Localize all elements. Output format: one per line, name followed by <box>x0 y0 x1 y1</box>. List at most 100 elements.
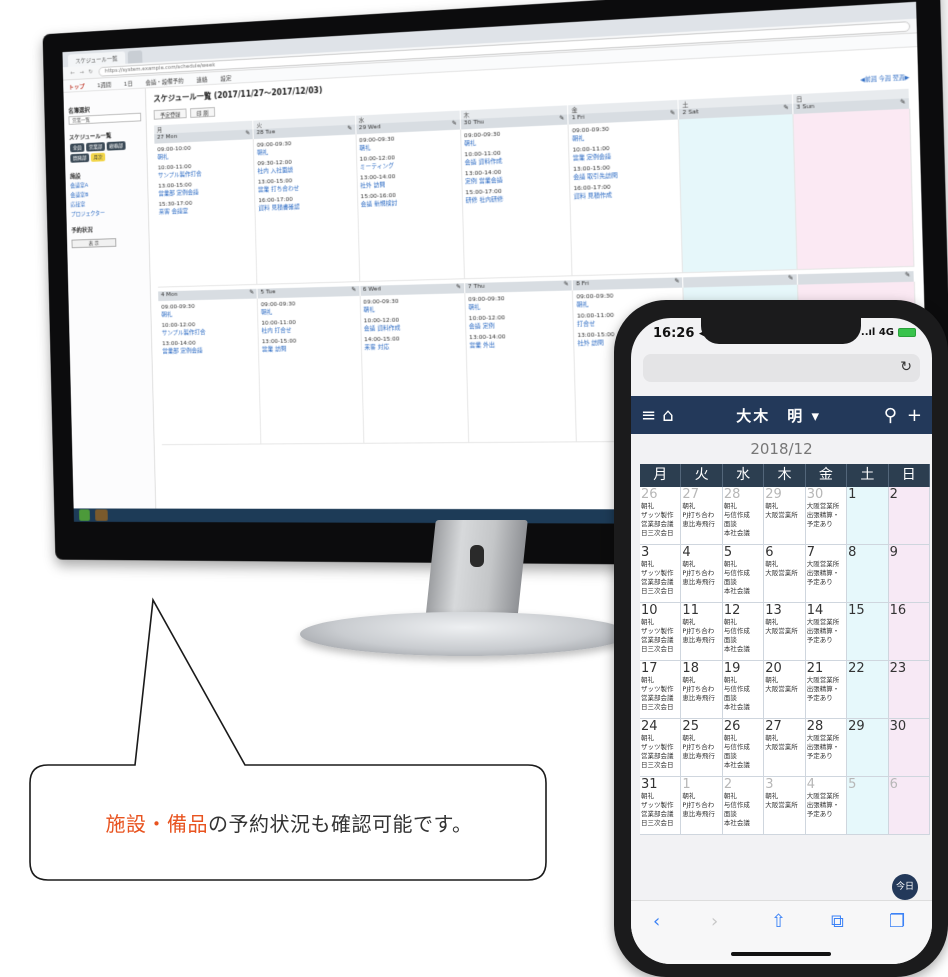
calendar-day[interactable]: 14 大阪営業所 出張精算・ 予定あり <box>805 603 848 661</box>
schedule-entry[interactable]: 10:00-11:00 社内 打合せ <box>261 318 357 335</box>
home-icon[interactable]: ⌂ <box>662 405 673 426</box>
calendar-event[interactable]: 与信作成 <box>724 569 762 578</box>
calendar-event[interactable]: 予定あり <box>807 752 845 761</box>
menu-item[interactable]: 会議・設備予約 <box>145 75 183 86</box>
schedule-entry[interactable]: 13:00-15:00 会議 取引先訪問 <box>573 162 677 181</box>
share-icon[interactable]: ⇧ <box>771 911 786 932</box>
calendar-event[interactable]: 出張精算・ <box>807 801 845 810</box>
calendar-event[interactable]: 面談 <box>724 520 762 529</box>
menu-item[interactable]: 設定 <box>220 73 231 82</box>
calendar-day[interactable]: 6 <box>888 777 930 835</box>
calendar-event[interactable]: 与信作成 <box>724 511 762 520</box>
calendar-event[interactable]: 朝礼 <box>724 560 762 569</box>
add-entry-icon[interactable]: ✎ <box>456 283 461 293</box>
calendar-event[interactable]: ザッツ製作 <box>641 685 679 694</box>
calendar-day[interactable]: 30 大阪営業所 出張精算・ 予定あり <box>805 487 848 545</box>
add-entry-icon[interactable]: ✎ <box>351 286 356 296</box>
calendar-event[interactable]: 大阪営業所 <box>765 627 803 636</box>
week-navigation[interactable]: ◀前週 今週 翌週▶ <box>860 73 909 84</box>
calendar-event[interactable]: 本社会議 <box>724 645 762 654</box>
entry-title[interactable]: 会議 資料作成 <box>364 323 462 333</box>
calendar-event[interactable]: 朝礼 <box>641 618 679 627</box>
schedule-entry[interactable]: 09:00-09:30 朝礼 <box>161 302 255 319</box>
calendar-day[interactable]: 26 朝礼 与信作成 面談 本社会議 <box>722 719 765 777</box>
calendar-event[interactable]: 朝礼 <box>682 560 720 569</box>
calendar-day[interactable]: 17 朝礼 ザッツ製作 営業部会議 日三次会日 <box>640 661 682 719</box>
facility-link[interactable]: 応接室 <box>71 198 144 208</box>
calendar-day[interactable]: 3 朝礼 大阪営業所 <box>764 777 806 835</box>
calendar-event[interactable]: 与信作成 <box>724 627 762 636</box>
add-entry-icon[interactable]: ✎ <box>905 271 911 282</box>
entry-title[interactable]: 来客 対応 <box>364 342 462 351</box>
calendar-day[interactable]: 29 <box>847 719 889 777</box>
calendar-event[interactable]: 恵比寿飛行 <box>682 694 720 703</box>
schedule-entry[interactable]: 16:00-17:00 資料 見積作成 <box>573 181 677 200</box>
calendar-event[interactable]: PJ打ち合わ <box>682 627 720 636</box>
calendar-event[interactable]: 朝礼 <box>682 734 720 743</box>
menu-icon[interactable]: ≡ <box>641 405 656 426</box>
calendar-day[interactable]: 27 朝礼 大阪営業所 <box>764 719 806 777</box>
calendar-day[interactable]: 15 <box>847 603 889 661</box>
calendar-day[interactable]: 4 朝礼 PJ打ち合わ 恵比寿飛行 <box>681 545 723 603</box>
schedule-entry[interactable]: 09:00-09:30 朝礼 <box>468 294 569 312</box>
schedule-entry[interactable]: 09:00-09:30 朝礼 <box>464 128 565 148</box>
calendar-day[interactable]: 1 <box>847 487 889 545</box>
calendar-event[interactable]: 予定あり <box>807 578 845 587</box>
calendar-event[interactable]: 朝礼 <box>724 502 762 511</box>
day-cell[interactable]: 09:00-09:30 朝礼 09:30-12:00 社内 入社面談 13:00-15:… <box>253 134 360 285</box>
calendar-event[interactable]: 営業部会議 <box>641 752 679 761</box>
schedule-entry[interactable]: 13:00-15:00 営業部 定例会議 <box>158 179 251 197</box>
schedule-entry[interactable]: 15:00-17:00 研修 社内研修 <box>465 185 566 204</box>
calendar-event[interactable]: ザッツ製作 <box>641 511 679 520</box>
day-cell[interactable]: 09:00-09:30 朝礼 10:00-12:00 会議 定例 13:00-14:00… <box>465 290 577 444</box>
calendar-day[interactable]: 7 大阪営業所 出張精算・ 予定あり <box>805 545 848 603</box>
schedule-entry[interactable]: 09:00-09:30 朝礼 <box>363 296 462 313</box>
calendar-event[interactable]: ザッツ製作 <box>641 569 679 578</box>
facility-link[interactable]: 会議室B <box>70 188 143 198</box>
entry-title[interactable]: 社内 打合せ <box>261 325 357 334</box>
calendar-day[interactable]: 29 朝礼 大阪営業所 <box>764 487 806 545</box>
schedule-entry[interactable]: 13:00-14:00 社外 訪問 <box>360 171 458 190</box>
calendar-event[interactable]: 朝礼 <box>765 676 803 685</box>
bookmarks-icon[interactable]: ⧉ <box>831 911 844 932</box>
calendar-event[interactable]: 朝礼 <box>682 676 720 685</box>
calendar-event[interactable]: 日三次会日 <box>641 529 679 538</box>
add-entry-icon[interactable]: ✎ <box>670 109 675 119</box>
calendar-event[interactable]: 朝礼 <box>765 734 803 743</box>
start-button-icon[interactable] <box>78 509 90 521</box>
calendar-event[interactable]: 朝礼 <box>765 618 803 627</box>
calendar-day[interactable]: 19 朝礼 与信作成 面談 本社会議 <box>722 661 765 719</box>
schedule-entry[interactable]: 13:00-14:00 定例 営業会議 <box>465 166 566 185</box>
calendar-event[interactable]: 予定あり <box>807 520 845 529</box>
calendar-event[interactable]: 与信作成 <box>724 685 762 694</box>
calendar-event[interactable]: 大阪営業所 <box>807 502 845 511</box>
calendar-event[interactable]: ザッツ製作 <box>641 801 679 810</box>
calendar-event[interactable]: 大阪営業所 <box>807 792 845 801</box>
schedule-entry[interactable]: 13:00-15:00 営業 打ち合わせ <box>258 175 354 194</box>
calendar-event[interactable]: 面談 <box>724 694 762 703</box>
calendar-event[interactable]: 本社会議 <box>724 703 762 712</box>
calendar-event[interactable]: 本社会議 <box>724 761 762 770</box>
calendar-event[interactable]: 出張精算・ <box>807 743 845 752</box>
calendar-event[interactable]: 朝礼 <box>765 560 803 569</box>
calendar-event[interactable]: ザッツ製作 <box>641 743 679 752</box>
schedule-entry[interactable]: 10:00-12:00 サンプル製作打合 <box>162 320 256 337</box>
calendar-event[interactable]: PJ打ち合わ <box>682 685 720 694</box>
schedule-entry[interactable]: 10:00-12:00 ミーティング <box>360 152 458 171</box>
calendar-event[interactable]: 朝礼 <box>641 792 679 801</box>
calendar-day[interactable]: 3 朝礼 ザッツ製作 営業部会議 日三次会日 <box>640 545 682 603</box>
entry-title[interactable]: サンプル製作打合 <box>162 327 255 336</box>
calendar-event[interactable]: 朝礼 <box>724 792 762 801</box>
forward-icon[interactable]: › <box>711 911 718 932</box>
entry-title[interactable]: 営業部 定例会議 <box>162 346 255 355</box>
calendar-event[interactable]: PJ打ち合わ <box>682 569 720 578</box>
schedule-entry[interactable]: 09:00-09:30 朝礼 <box>257 137 353 156</box>
calendar-event[interactable]: 大阪営業所 <box>765 511 803 520</box>
calendar-day[interactable]: 30 <box>888 719 930 777</box>
calendar-event[interactable]: 出張精算・ <box>807 569 845 578</box>
calendar-event[interactable]: PJ打ち合わ <box>682 511 720 520</box>
schedule-entry[interactable]: 10:00-12:00 会議 資料作成 <box>364 315 463 332</box>
add-icon[interactable]: + <box>907 405 922 426</box>
day-cell[interactable]: 09:00-09:30 朝礼 10:00-12:00 サンプル製作打合 13:00-14… <box>158 298 262 446</box>
schedule-entry[interactable]: 15:30-17:00 来客 会議室 <box>159 198 252 216</box>
